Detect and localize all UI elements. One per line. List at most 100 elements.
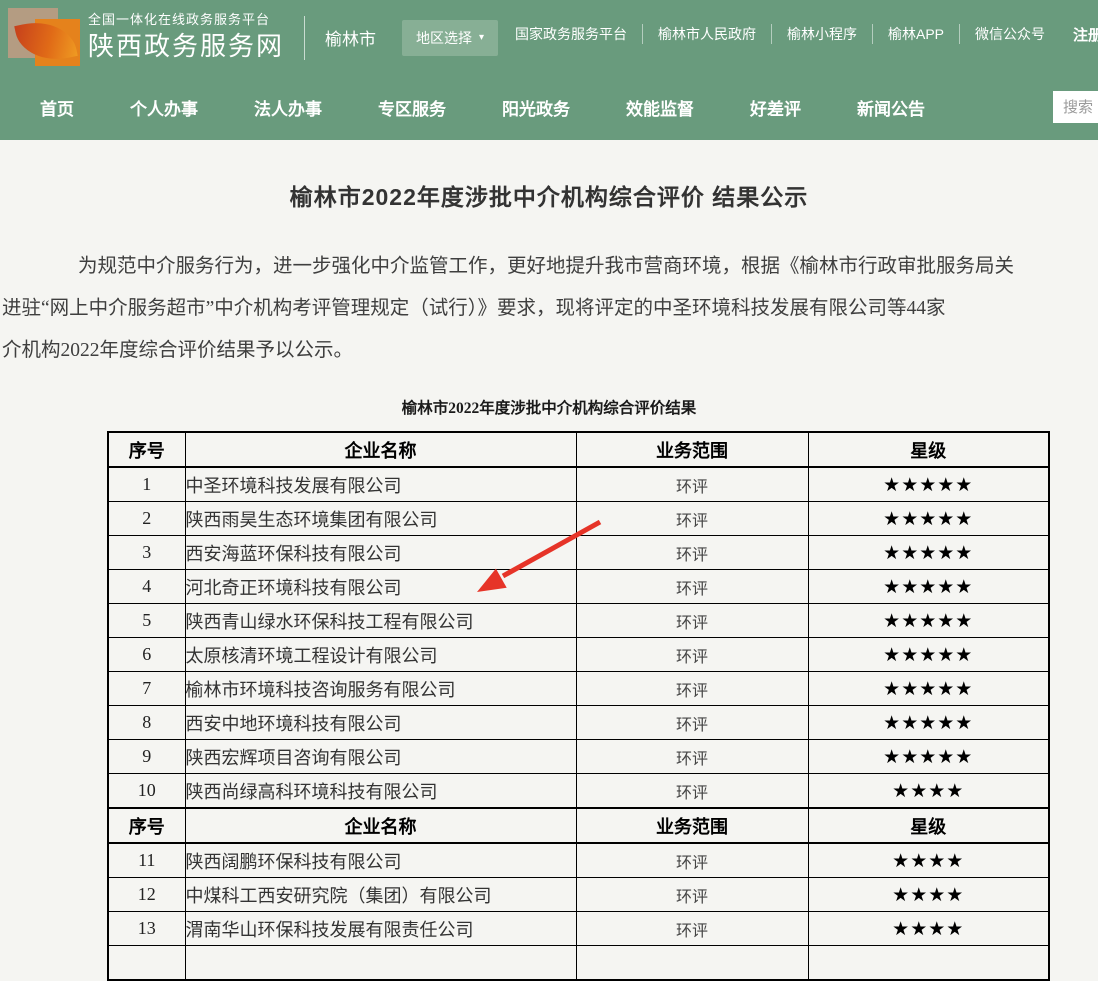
company-name: 中煤科工西安研究院（集团）有限公司 [185,878,576,912]
table-row: 9 陕西宏辉项目咨询有限公司 环评 ★★★★★ [108,740,1049,774]
star-rating: ★★★★★ [808,604,1049,638]
star-rating: ★★★★★ [808,570,1049,604]
paragraph-line: 进驻“网上中介服务超市”中介机构考评管理规定（试行）》要求，现将评定的中圣环境科… [0,288,1098,330]
main-navigation: 首页 个人办事 法人办事 专区服务 阳光政务 效能监督 好差评 新闻公告 [0,75,1098,140]
row-no: 7 [108,672,185,706]
page-title: 榆林市2022年度涉批中介机构综合评价 结果公示 [0,178,1098,212]
company-name: 河北奇正环境科技有限公司 [185,570,576,604]
top-link-city-government[interactable]: 榆林市人民政府 [642,24,756,44]
company-name: 陕西雨昊生态环境集团有限公司 [185,502,576,536]
nav-item-rating[interactable]: 好差评 [750,95,801,120]
star-rating: ★★★★ [808,774,1049,809]
current-city-label: 榆林市 [325,25,376,50]
region-selector-label: 地区选择 [416,28,472,48]
business-scope: 环评 [576,878,808,912]
row-no: 1 [108,467,185,502]
business-scope: 环评 [576,672,808,706]
company-name: 陕西青山绿水环保科技工程有限公司 [185,604,576,638]
business-scope: 环评 [576,774,808,809]
business-scope: 环评 [576,570,808,604]
table-row: 11 陕西阔鹏环保科技有限公司 环评 ★★★★ [108,843,1049,878]
row-no: 9 [108,740,185,774]
company-name: 陕西宏辉项目咨询有限公司 [185,740,576,774]
table-row: 7 榆林市环境科技咨询服务有限公司 环评 ★★★★★ [108,672,1049,706]
business-scope: 环评 [576,536,808,570]
top-link-mini-program[interactable]: 榆林小程序 [771,24,857,44]
site-logo-icon [8,6,78,69]
row-no: 5 [108,604,185,638]
nav-item-news[interactable]: 新闻公告 [857,95,925,120]
top-link-wechat[interactable]: 微信公众号 [959,24,1045,44]
star-rating: ★★★★★ [808,467,1049,502]
company-name: 中圣环境科技发展有限公司 [185,467,576,502]
register-link[interactable]: 注册 [1073,24,1098,45]
nav-item-home[interactable]: 首页 [40,95,74,120]
column-header-name: 企业名称 [185,808,576,843]
platform-label: 全国一体化在线政务服务平台 [88,12,284,28]
business-scope: 环评 [576,502,808,536]
business-scope: 环评 [576,740,808,774]
row-no: 8 [108,706,185,740]
nav-item-zone-services[interactable]: 专区服务 [378,95,446,120]
star-rating: ★★★★★ [808,536,1049,570]
star-rating: ★★★★ [808,843,1049,878]
site-header: 全国一体化在线政务服务平台 陕西政务服务网 榆林市 地区选择 ▾ 国家政务服务平… [0,0,1098,75]
chevron-down-icon: ▾ [479,33,484,43]
row-no: 10 [108,774,185,809]
table-header-row-repeat: 序号 企业名称 业务范围 星级 [108,808,1049,843]
star-rating: ★★★★★ [808,638,1049,672]
column-header-stars: 星级 [808,432,1049,467]
column-header-stars: 星级 [808,808,1049,843]
search-input[interactable] [1053,91,1098,123]
star-rating: ★★★★★ [808,740,1049,774]
nav-item-open-government[interactable]: 阳光政务 [502,95,570,120]
table-row: 1 中圣环境科技发展有限公司 环评 ★★★★★ [108,467,1049,502]
star-rating: ★★★★★ [808,672,1049,706]
company-name: 陕西尚绿高科环境科技有限公司 [185,774,576,809]
nav-item-personal[interactable]: 个人办事 [130,95,198,120]
company-name: 榆林市环境科技咨询服务有限公司 [185,672,576,706]
row-no: 12 [108,878,185,912]
column-header-name: 企业名称 [185,432,576,467]
star-rating: ★★★★★ [808,706,1049,740]
table-row: 12 中煤科工西安研究院（集团）有限公司 环评 ★★★★ [108,878,1049,912]
company-name: 太原核清环境工程设计有限公司 [185,638,576,672]
column-header-no: 序号 [108,432,185,467]
table-row: 13 渭南华山环保科技发展有限责任公司 环评 ★★★★ [108,912,1049,946]
business-scope: 环评 [576,912,808,946]
top-link-national-platform[interactable]: 国家政务服务平台 [515,24,627,44]
region-selector-button[interactable]: 地区选择 ▾ [402,20,498,56]
table-row-partially-visible [108,946,1049,981]
table-row: 5 陕西青山绿水环保科技工程有限公司 环评 ★★★★★ [108,604,1049,638]
table-row: 2 陕西雨昊生态环境集团有限公司 环评 ★★★★★ [108,502,1049,536]
announcement-paragraph: 为规范中介服务行为，进一步强化中介监管工作，更好地提升我市营商环境，根据《榆林市… [0,246,1098,372]
row-no: 3 [108,536,185,570]
business-scope: 环评 [576,604,808,638]
column-header-scope: 业务范围 [576,432,808,467]
column-header-no: 序号 [108,808,185,843]
table-row: 8 西安中地环境科技有限公司 环评 ★★★★★ [108,706,1049,740]
table-row: 10 陕西尚绿高科环境科技有限公司 环评 ★★★★ [108,774,1049,809]
star-rating: ★★★★★ [808,502,1049,536]
header-divider [304,16,305,60]
business-scope: 环评 [576,843,808,878]
row-no: 13 [108,912,185,946]
table-header-row: 序号 企业名称 业务范围 星级 [108,432,1049,467]
nav-item-corporate[interactable]: 法人办事 [254,95,322,120]
evaluation-results-table: 序号 企业名称 业务范围 星级 1 中圣环境科技发展有限公司 环评 ★★★★★ … [107,431,1050,981]
table-caption: 榆林市2022年度涉批中介机构综合评价结果 [0,396,1098,418]
paragraph-line: 介机构2022年度综合评价结果予以公示。 [0,330,1098,372]
paragraph-line: 为规范中介服务行为，进一步强化中介监管工作，更好地提升我市营商环境，根据《榆林市… [0,246,1098,288]
table-row: 3 西安海蓝环保科技有限公司 环评 ★★★★★ [108,536,1049,570]
nav-item-efficiency[interactable]: 效能监督 [626,95,694,120]
announcement-content: 榆林市2022年度涉批中介机构综合评价 结果公示 为规范中介服务行为，进一步强化… [0,178,1098,981]
row-no: 11 [108,843,185,878]
business-scope: 环评 [576,467,808,502]
row-no: 4 [108,570,185,604]
company-name: 渭南华山环保科技发展有限责任公司 [185,912,576,946]
business-scope: 环评 [576,706,808,740]
column-header-scope: 业务范围 [576,808,808,843]
top-link-app[interactable]: 榆林APP [872,24,944,44]
table-row-highlighted: 4 河北奇正环境科技有限公司 环评 ★★★★★ [108,570,1049,604]
site-name: 陕西政务服务网 [88,30,284,63]
